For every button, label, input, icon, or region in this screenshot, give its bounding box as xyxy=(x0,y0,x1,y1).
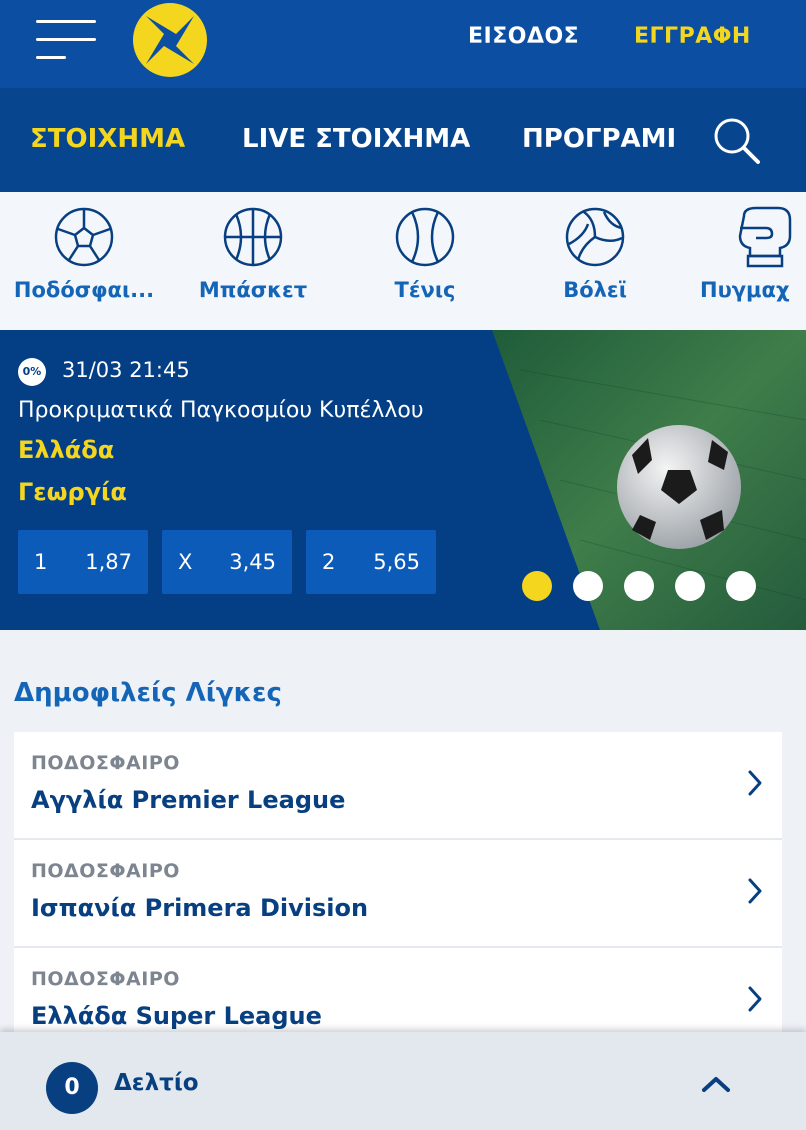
league-name: Ελλάδα Super League xyxy=(31,1002,322,1030)
odds-button-home[interactable]: 1 1,87 xyxy=(18,530,148,594)
tab-betting[interactable]: ΣΤΟΙΧΗΜΑ xyxy=(30,124,185,154)
league-name: Ισπανία Primera Division xyxy=(31,894,369,922)
carousel-dot-1[interactable] xyxy=(522,571,552,601)
menu-icon[interactable] xyxy=(36,18,98,62)
boxing-glove-icon xyxy=(738,206,792,268)
league-category: ΠΟΔΟΣΦΑΙΡΟ xyxy=(31,752,180,774)
popular-leagues-title: Δημοφιλείς Λίγκες xyxy=(14,678,282,708)
chevron-right-icon xyxy=(748,986,762,1012)
chevron-right-icon xyxy=(748,770,762,796)
league-item[interactable]: ΠΟΔΟΣΦΑΙΡΟ Αγγλία Premier League xyxy=(14,732,782,838)
league-item[interactable]: ΠΟΔΟΣΦΑΙΡΟ Ισπανία Primera Division xyxy=(14,840,782,946)
sport-item-football[interactable]: Ποδόσφαι... xyxy=(6,206,162,302)
betslip-bar[interactable]: 0 Δελτίο xyxy=(0,1032,806,1130)
sport-item-basketball[interactable]: Μπάσκετ xyxy=(190,206,316,302)
main-nav: ΣΤΟΙΧΗΜΑ LIVE ΣΤΟΙΧΗΜΑ ΠΡΟΓΡΑΜΙ xyxy=(0,88,806,192)
odds-button-away[interactable]: 2 5,65 xyxy=(306,530,436,594)
carousel-dot-3[interactable] xyxy=(624,571,654,601)
tab-live-betting[interactable]: LIVE ΣΤΟΙΧΗΜΑ xyxy=(242,124,470,154)
chevron-up-icon[interactable] xyxy=(700,1074,732,1094)
odds-key: X xyxy=(178,550,193,574)
football-icon xyxy=(54,207,114,267)
featured-match-banner: 0% 31/03 21:45 Προκριματικά Παγκοσμίου Κ… xyxy=(0,330,806,630)
chevron-right-icon xyxy=(748,878,762,904)
tab-schedule[interactable]: ΠΡΟΓΡΑΜΙ xyxy=(522,124,676,154)
carousel-dot-5[interactable] xyxy=(726,571,756,601)
zero-margin-badge: 0% xyxy=(18,358,46,386)
login-link[interactable]: ΕΙΣΟΔΟΣ xyxy=(468,24,579,49)
betslip-count-badge: 0 xyxy=(46,1062,98,1114)
sport-label: Τένις xyxy=(394,278,456,302)
top-bar: ΕΙΣΟΔΟΣ ΕΓΓΡΑΦΗ xyxy=(0,0,806,88)
sport-label: Μπάσκετ xyxy=(198,278,308,302)
odds-key: 2 xyxy=(322,550,336,574)
away-team[interactable]: Γεωργία xyxy=(18,478,127,506)
volleyball-icon xyxy=(565,207,625,267)
sport-item-boxing[interactable]: Πυγμαχ xyxy=(700,206,806,302)
odds-button-draw[interactable]: X 3,45 xyxy=(162,530,292,594)
sport-label: Πυγμαχ xyxy=(700,278,790,302)
search-icon[interactable] xyxy=(712,116,764,168)
league-name: Αγγλία Premier League xyxy=(31,786,346,814)
match-competition: Προκριματικά Παγκοσμίου Κυπέλλου xyxy=(18,398,424,423)
sport-item-tennis[interactable]: Τένις xyxy=(370,206,480,302)
tennis-ball-icon xyxy=(395,207,455,267)
basketball-icon xyxy=(223,207,283,267)
betslip-label: Δελτίο xyxy=(114,1070,199,1096)
match-datetime: 31/03 21:45 xyxy=(62,358,190,382)
sport-label: Ποδόσφαι... xyxy=(13,278,155,302)
sport-label: Βόλεϊ xyxy=(563,278,627,302)
brand-logo[interactable] xyxy=(132,2,208,78)
odds-value: 5,65 xyxy=(373,550,420,574)
carousel-dot-4[interactable] xyxy=(675,571,705,601)
sport-item-volleyball[interactable]: Βόλεϊ xyxy=(540,206,650,302)
home-team[interactable]: Ελλάδα xyxy=(18,436,114,464)
odds-value: 3,45 xyxy=(229,550,276,574)
carousel-dot-2[interactable] xyxy=(573,571,603,601)
register-link[interactable]: ΕΓΓΡΑΦΗ xyxy=(634,24,751,49)
league-category: ΠΟΔΟΣΦΑΙΡΟ xyxy=(31,860,180,882)
sports-strip: Ποδόσφαι... Μπάσκετ Τένις Βόλεϊ Πυγμαχ xyxy=(0,192,806,330)
league-category: ΠΟΔΟΣΦΑΙΡΟ xyxy=(31,968,180,990)
odds-key: 1 xyxy=(34,550,48,574)
odds-value: 1,87 xyxy=(85,550,132,574)
